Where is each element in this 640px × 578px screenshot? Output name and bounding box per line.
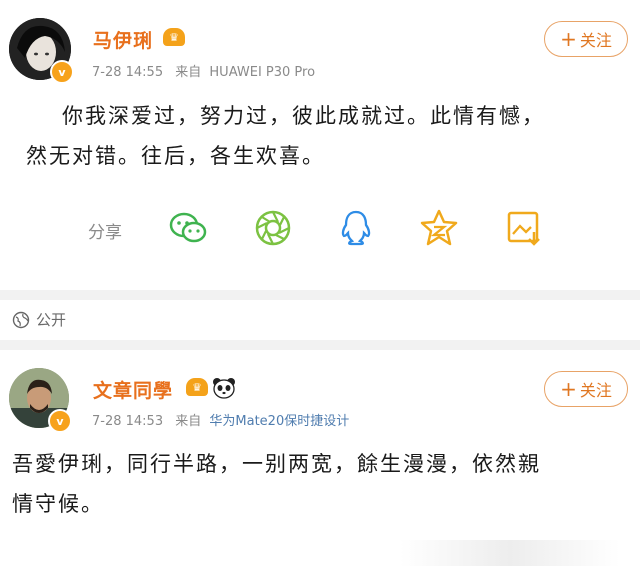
wechat-icon[interactable] xyxy=(168,208,208,248)
share-row: 分享 xyxy=(0,198,640,260)
save-image-icon[interactable] xyxy=(504,208,544,248)
post-source: HUAWEI P30 Pro xyxy=(209,65,316,80)
post-meta: 7-28 14:53 来自 华为Mate20保时捷设计 xyxy=(92,410,349,429)
share-label: 分享 xyxy=(88,223,122,243)
follow-button[interactable]: + 关注 xyxy=(544,21,628,57)
follow-label: 关注 xyxy=(579,31,612,50)
post-body-line: 吾愛伊琍，同行半路，一别两宽，餘生漫漫，依然親 xyxy=(12,452,541,476)
globe-icon xyxy=(12,311,30,328)
moments-icon[interactable] xyxy=(253,208,293,248)
source-prefix: 来自 xyxy=(175,414,202,429)
author-name[interactable]: 文章同學 xyxy=(93,376,173,403)
source-prefix: 来自 xyxy=(175,65,202,80)
post-body-line: 情守候。 xyxy=(12,492,104,516)
plus-icon: + xyxy=(560,27,577,51)
visibility-label: 公开 xyxy=(36,311,67,329)
post-time: 7-28 14:55 xyxy=(92,65,164,80)
plus-icon: + xyxy=(560,377,577,401)
verified-badge-icon: v xyxy=(50,60,74,84)
vip-crown-icon: ♛ xyxy=(186,378,208,396)
post-body-line: 你我深爱过，努力过，彼此成就过。此情有憾， xyxy=(62,104,545,128)
qq-icon[interactable] xyxy=(336,208,376,248)
section-divider xyxy=(0,340,640,350)
post-source: 华为Mate20保时捷设计 xyxy=(209,414,350,429)
visibility-indicator: 公开 xyxy=(12,309,66,330)
post-1: v 马伊琍 ♛ 7-28 14:55 来自 HUAWEI P30 Pro + 关… xyxy=(0,0,640,290)
post-body-line: 然无对错。往后，各生欢喜。 xyxy=(26,144,325,168)
post-body: 吾愛伊琍，同行半路，一别两宽，餘生漫漫，依然親 情守候。 xyxy=(12,444,541,524)
verified-badge-icon: v xyxy=(48,409,72,433)
follow-label: 关注 xyxy=(579,381,612,400)
post-time: 7-28 14:53 xyxy=(92,414,164,429)
follow-button[interactable]: + 关注 xyxy=(544,371,628,407)
post-meta: 7-28 14:55 来自 HUAWEI P30 Pro xyxy=(92,61,315,80)
qzone-icon[interactable] xyxy=(419,208,459,248)
author-name[interactable]: 马伊琍 xyxy=(93,26,153,53)
section-divider xyxy=(0,290,640,300)
panda-icon xyxy=(213,378,235,399)
vip-crown-icon: ♛ xyxy=(163,28,185,46)
watermark-strip xyxy=(400,540,620,566)
post-body: 你我深爱过，努力过，彼此成就过。此情有憾， 然无对错。往后，各生欢喜。 xyxy=(26,96,545,176)
